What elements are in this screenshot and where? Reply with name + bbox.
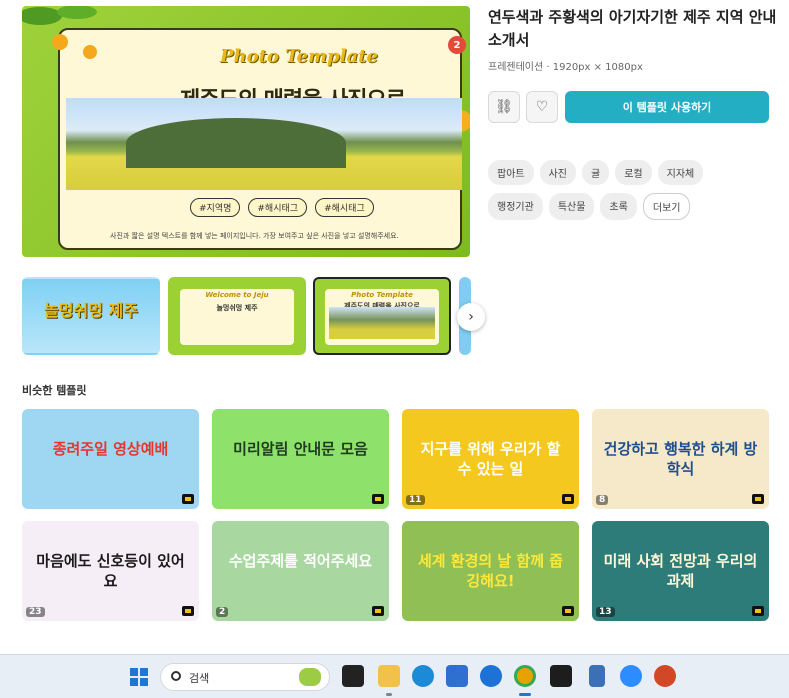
template-card-title: 미래 사회 전망과 우리의 과제 [603, 552, 758, 590]
leaf-decoration-icon [22, 6, 97, 59]
edge-icon[interactable] [412, 665, 434, 687]
template-preview[interactable]: Photo Template 제주도의 매력을 사진으로 #지역명 #해시태그 … [22, 6, 470, 257]
thumbnail-slide-2[interactable]: Welcome to Jeju 놀멍쉬멍 제주 [168, 277, 306, 355]
windows-start-icon[interactable] [130, 668, 148, 686]
tag-list: 팝아트 사진 귤 로컬 지자체 행정기관 특산물 초록 더보기 [488, 160, 748, 220]
search-highlight-icon [299, 668, 321, 686]
next-thumbnails-button[interactable]: › [457, 303, 485, 331]
template-card[interactable]: 건강하고 행복한 하계 방학식 8 [592, 409, 769, 509]
preview-tag: #지역명 [190, 198, 241, 217]
template-page-count: 11 [406, 495, 425, 505]
preview-script-title: Photo Template [220, 46, 378, 67]
heart-icon: ♡ [535, 99, 549, 115]
template-card[interactable]: 종려주일 영상예배 [22, 409, 199, 509]
store-icon[interactable] [446, 665, 468, 687]
task-view-icon[interactable] [342, 665, 364, 687]
chrome-icon[interactable] [514, 665, 536, 687]
tag-chip[interactable]: 귤 [582, 160, 610, 185]
tag-chip[interactable]: 로컬 [615, 160, 652, 185]
thumbnail-script: Photo Template [351, 291, 413, 299]
copy-link-button[interactable]: ⛓ [488, 91, 520, 123]
premium-crown-icon [752, 606, 764, 616]
mountain-shape [126, 118, 346, 168]
link-icon: ⛓ [495, 99, 513, 115]
template-page-count: 23 [26, 607, 45, 617]
template-meta: 프레젠테이션 · 1920px × 1080px [488, 62, 643, 73]
tag-chip[interactable]: 팝아트 [488, 160, 534, 185]
taskbar-search[interactable]: 검색 [160, 663, 330, 691]
template-card-title: 수업주제를 적어주세요 [228, 552, 373, 570]
search-input[interactable]: 검색 [189, 670, 209, 686]
template-page-count: 13 [596, 607, 615, 617]
like-button[interactable]: ♡ [526, 91, 558, 123]
template-card-title: 세계 환경의 날 함께 줍깅해요! [417, 552, 564, 590]
tag-chip[interactable]: 행정기관 [488, 193, 543, 220]
premium-crown-icon [752, 494, 764, 504]
preview-photo [66, 98, 462, 190]
preview-caption: 사진과 짧은 설명 텍스트를 함께 넣는 페이지입니다. 가장 보여주고 싶은 … [110, 232, 399, 240]
thumbnail-slide-3[interactable]: Photo Template 제주도의 매력을 사진으로 [313, 277, 451, 355]
thumbnail-slide-1[interactable]: 놀멍쉬멍 제주 [22, 277, 160, 355]
terminal-icon[interactable] [550, 665, 572, 687]
preview-tag: #해시태그 [248, 198, 308, 217]
premium-crown-icon [372, 606, 384, 616]
chevron-right-icon: › [468, 309, 474, 325]
template-card-title: 종려주일 영상예배 [52, 440, 169, 458]
template-card[interactable]: 마음에도 신호등이 있어요 23 [22, 521, 199, 621]
template-card[interactable]: 세계 환경의 날 함께 줍깅해요! [402, 521, 579, 621]
slide-thumbnails: 놀멍쉬멍 제주 Welcome to Jeju 놀멍쉬멍 제주 Photo Te… [22, 277, 471, 355]
template-page-count: 8 [596, 495, 609, 505]
template-card-title: 미리알림 안내문 모음 [233, 440, 368, 458]
slide-number-badge: 2 [448, 36, 466, 54]
powerpoint-icon[interactable] [654, 665, 676, 687]
similar-templates-heading: 비슷한 템플릿 [22, 384, 87, 397]
template-card[interactable]: 미래 사회 전망과 우리의 과제 13 [592, 521, 769, 621]
file-explorer-icon[interactable] [378, 665, 400, 687]
tag-chip[interactable]: 초록 [600, 193, 637, 220]
search-icon [171, 671, 181, 681]
premium-crown-icon [562, 494, 574, 504]
tag-chip[interactable]: 지자체 [657, 160, 704, 185]
preview-tags: #지역명 #해시태그 #해시태그 [190, 198, 374, 217]
template-card-title: 마음에도 신호등이 있어요 [36, 552, 185, 590]
premium-crown-icon [372, 494, 384, 504]
template-title: 연두색과 주황색의 아기자기한 제주 지역 안내 소개서 [488, 8, 777, 49]
template-card[interactable]: 수업주제를 적어주세요 2 [212, 521, 389, 621]
premium-crown-icon [182, 494, 194, 504]
preview-tag: #해시태그 [315, 198, 374, 217]
template-card-title: 지구를 위해 우리가 할 수 있는 일 [420, 440, 561, 478]
zoom-icon[interactable] [620, 665, 642, 687]
template-card-title: 건강하고 행복한 하계 방학식 [603, 440, 758, 478]
thumbnail-photo [329, 307, 435, 339]
template-page-count: 2 [216, 607, 229, 617]
premium-crown-icon [182, 606, 194, 616]
thumbnail-script: Welcome to Jeju [205, 291, 269, 299]
use-template-button[interactable]: 이 템플릿 사용하기 [565, 91, 769, 123]
more-tags-button[interactable]: 더보기 [642, 193, 691, 220]
tag-chip[interactable]: 사진 [539, 160, 577, 185]
template-card[interactable]: 미리알림 안내문 모음 [212, 409, 389, 509]
taskbar: 검색 [0, 654, 789, 698]
template-card[interactable]: 지구를 위해 우리가 할 수 있는 일 11 [402, 409, 579, 509]
tag-chip[interactable]: 특산물 [548, 193, 595, 220]
thumbnail-subtitle: 놀멍쉬멍 제주 [216, 304, 258, 312]
app-icon[interactable] [480, 665, 502, 687]
thumbnail-title: 놀멍쉬멍 제주 [44, 301, 138, 320]
premium-crown-icon [562, 606, 574, 616]
notepad-icon[interactable] [589, 665, 605, 687]
